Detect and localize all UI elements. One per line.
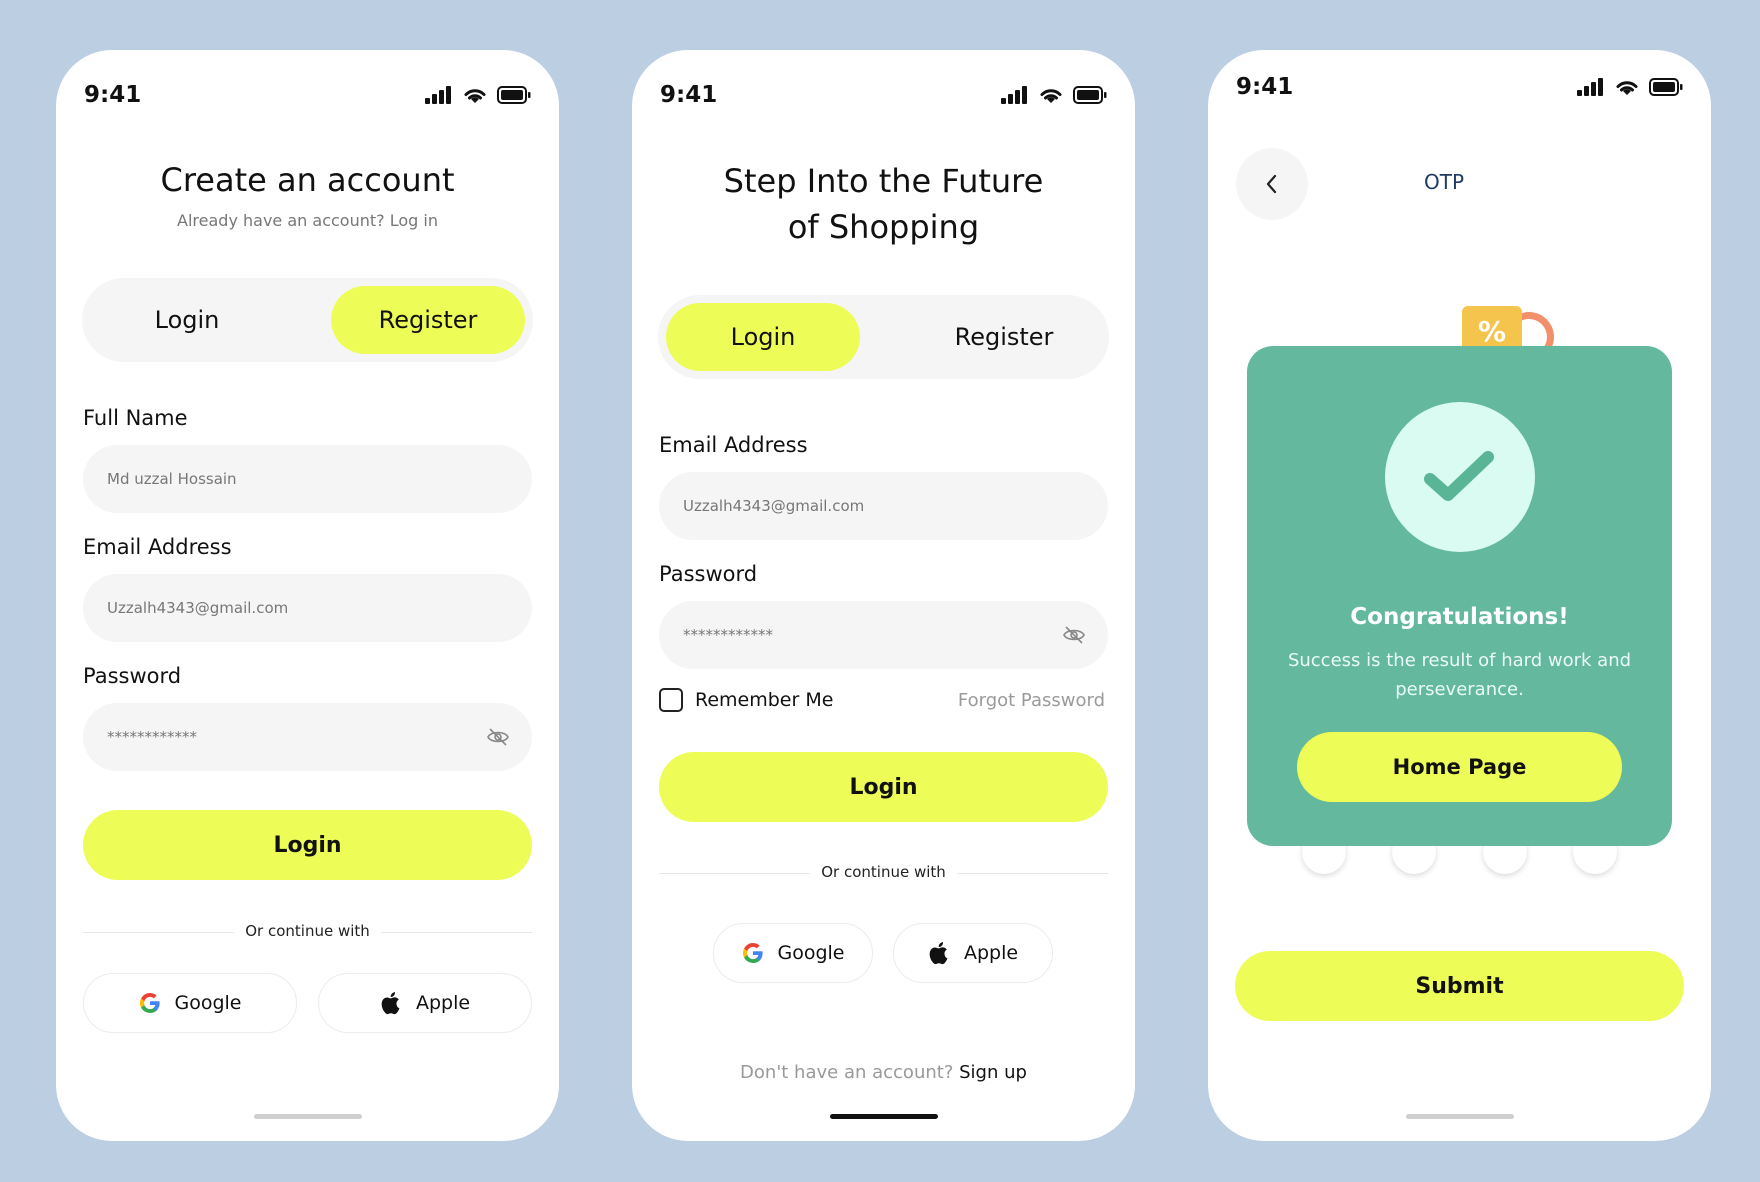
status-bar: 9:41 [1236, 74, 1683, 106]
battery-icon [1073, 86, 1107, 104]
email-value: Uzzalh4343@gmail.com [107, 599, 289, 617]
full-name-field[interactable]: Md uzzal Hossain [83, 445, 532, 513]
signal-icon [1577, 78, 1603, 96]
status-time: 9:41 [84, 82, 142, 108]
email-label: Email Address [659, 433, 808, 457]
checkmark-icon [1424, 451, 1494, 501]
eye-off-icon[interactable] [1062, 623, 1086, 647]
tab-register[interactable]: Register [907, 303, 1101, 371]
status-bar: 9:41 [84, 82, 531, 114]
login-link-prompt[interactable]: Already have an account? Log in [56, 211, 559, 230]
apple-button[interactable]: Apple [893, 923, 1053, 983]
status-time: 9:41 [660, 82, 718, 108]
email-label: Email Address [83, 535, 232, 559]
divider-text: Or continue with [809, 863, 958, 881]
remember-me-label: Remember Me [695, 689, 834, 711]
auth-tab-switch: Login Register [658, 295, 1109, 379]
google-button[interactable]: Google [83, 973, 297, 1033]
modal-title: Congratulations! [1350, 604, 1569, 630]
google-button[interactable]: Google [713, 923, 873, 983]
home-indicator [1405, 1114, 1514, 1119]
or-continue-divider: Or continue with [659, 863, 1108, 883]
phone-login-screen: 9:41 Step Into the Future of Shopping Lo… [632, 50, 1135, 1141]
wifi-icon [1040, 89, 1062, 103]
submit-button[interactable]: Submit [1235, 951, 1684, 1021]
password-field[interactable]: ************ [83, 703, 532, 771]
password-value: ************ [683, 626, 773, 644]
modal-message: Success is the result of hard work and p… [1287, 650, 1632, 700]
phone-otp-success-screen: 9:41 OTP % Congratulations! Success is t… [1208, 50, 1711, 1141]
success-badge [1385, 402, 1535, 552]
password-label: Password [659, 562, 758, 586]
chevron-left-icon [1266, 174, 1277, 194]
auth-tab-switch: Login Register [82, 278, 533, 362]
login-button[interactable]: Login [83, 810, 532, 880]
remember-me-row[interactable]: Remember Me [659, 688, 833, 712]
tab-login[interactable]: Login [90, 286, 284, 354]
battery-icon [497, 86, 531, 104]
apple-icon [929, 942, 948, 965]
header-title: OTP [1424, 170, 1465, 194]
home-indicator [829, 1114, 938, 1119]
signup-prompt: Don't have an account? Sign up [632, 1062, 1135, 1083]
password-value: ************ [107, 728, 197, 746]
eye-off-icon[interactable] [486, 725, 510, 749]
apple-button[interactable]: Apple [318, 973, 532, 1033]
wifi-icon [1616, 81, 1638, 95]
password-label: Password [83, 664, 182, 688]
or-continue-divider: Or continue with [83, 922, 532, 942]
email-value: Uzzalh4343@gmail.com [683, 497, 865, 515]
tab-login[interactable]: Login [666, 303, 860, 371]
status-time: 9:41 [1236, 74, 1294, 100]
apple-label: Apple [415, 992, 471, 1014]
battery-icon [1649, 78, 1683, 96]
home-indicator [253, 1114, 362, 1119]
email-field[interactable]: Uzzalh4343@gmail.com [83, 574, 532, 642]
wifi-icon [464, 89, 486, 103]
tab-register[interactable]: Register [331, 286, 525, 354]
divider-text: Or continue with [233, 922, 382, 940]
signup-link[interactable]: Sign up [959, 1062, 1027, 1083]
google-icon [743, 942, 764, 963]
forgot-password-link[interactable]: Forgot Password [958, 690, 1105, 711]
status-bar: 9:41 [660, 82, 1107, 114]
google-label: Google [777, 942, 845, 964]
google-label: Google [174, 992, 242, 1014]
tag-symbol: % [1477, 314, 1507, 348]
full-name-value: Md uzzal Hossain [107, 470, 237, 488]
apple-icon [381, 992, 400, 1015]
password-field[interactable]: ************ [659, 601, 1108, 669]
signup-prompt-text: Don't have an account? [740, 1062, 954, 1083]
full-name-label: Full Name [83, 406, 188, 430]
phone-register-screen: 9:41 Create an account Already have an a… [56, 50, 559, 1141]
apple-label: Apple [963, 942, 1019, 964]
signal-icon [425, 86, 451, 104]
success-modal: Congratulations! Success is the result o… [1247, 346, 1672, 846]
login-button[interactable]: Login [659, 752, 1108, 822]
home-page-button[interactable]: Home Page [1297, 732, 1622, 802]
remember-me-checkbox[interactable] [659, 688, 683, 712]
back-button[interactable] [1236, 148, 1308, 220]
page-title-line1: Step Into the Future [723, 162, 1044, 200]
email-field[interactable]: Uzzalh4343@gmail.com [659, 472, 1108, 540]
page-title-line2: of Shopping [787, 208, 980, 246]
google-icon [140, 992, 161, 1013]
page-title: Create an account [160, 161, 455, 199]
signal-icon [1001, 86, 1027, 104]
